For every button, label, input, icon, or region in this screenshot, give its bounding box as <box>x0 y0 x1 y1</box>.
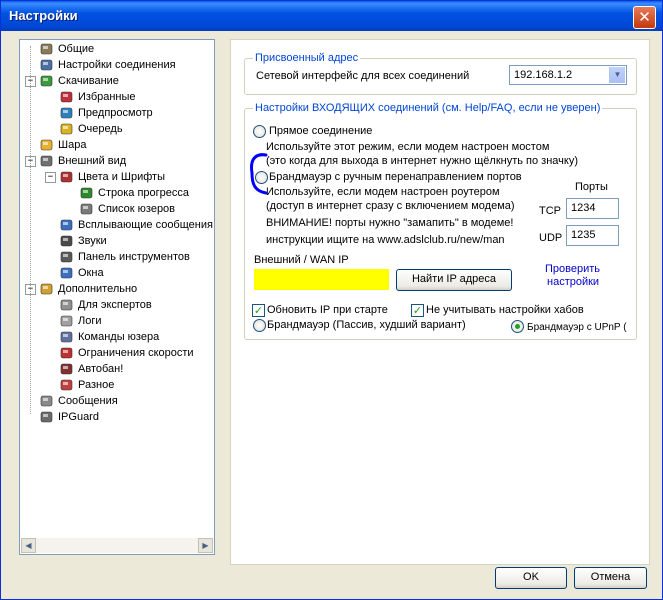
window-title: Настройки <box>9 8 78 23</box>
logs-icon <box>60 314 74 328</box>
ports-warning2: инструкции ищите на www.adslclub.ru/new/… <box>266 234 505 246</box>
tree-item-label: Разное <box>78 379 115 391</box>
ignore-hubs-label: Не учитывать настройки хабов <box>426 304 584 316</box>
check-settings-link-line2[interactable]: настройки <box>547 276 599 289</box>
chevron-down-icon[interactable]: ▼ <box>609 67 625 83</box>
tree-horizontal-scrollbar[interactable]: ◀ ▶ <box>21 538 213 553</box>
tree-item-label: Автобан! <box>78 363 124 375</box>
tree-connector-line <box>30 46 31 414</box>
tree-item-label: Общие <box>58 43 95 55</box>
misc-icon <box>60 378 74 392</box>
passive-radio[interactable] <box>253 319 266 332</box>
collapse-toggle[interactable]: − <box>45 172 56 183</box>
cancel-button[interactable]: Отмена <box>574 567 647 589</box>
ok-button[interactable]: OK <box>495 567 567 589</box>
tree-item-label: Скачивание <box>58 75 119 87</box>
tree-item-label: IPGuard <box>58 411 99 423</box>
update-ip-checkbox[interactable]: ✓ <box>252 304 265 317</box>
ports-warning1: ВНИМАНИЕ! порты нужно "замапить" в модем… <box>266 217 514 229</box>
toolbar-icon <box>60 250 74 264</box>
direct-connection-desc2: (это когда для выхода в интернет нужно щ… <box>266 155 578 167</box>
passive-label: Брандмауэр (Пассив, худший вариант) <box>267 319 466 331</box>
update-ip-label: Обновить IP при старте <box>267 304 388 316</box>
tree-item-label: Для экспертов <box>78 299 152 311</box>
close-button[interactable]: ✕ <box>633 6 656 29</box>
experts-icon <box>60 298 74 312</box>
scroll-right-button[interactable]: ▶ <box>198 538 213 553</box>
share-icon <box>40 138 54 152</box>
popup-icon <box>60 218 74 232</box>
interface-select-value: 192.168.1.2 <box>514 69 573 81</box>
colors-icon <box>60 170 74 184</box>
hand-drawn-bracket-icon <box>250 153 268 195</box>
title-bar[interactable]: Настройки ✕ <box>1 1 662 31</box>
commands-icon <box>60 330 74 344</box>
progress-icon <box>80 186 94 200</box>
favorites-icon <box>60 90 74 104</box>
interface-select[interactable]: 192.168.1.2 ▼ <box>509 65 627 85</box>
tree-item-label: Список юзеров <box>98 203 176 215</box>
connection-icon <box>40 58 54 72</box>
tree-item-label: Ограничения скорости <box>78 347 194 359</box>
tree-item-label: Шара <box>58 139 87 151</box>
tree-item-label: Строка прогресса <box>98 187 190 199</box>
udp-label: UDP <box>539 232 563 244</box>
assigned-address-group: Присвоенный адрес Сетевой интерфейс для … <box>244 52 637 95</box>
wan-ip-label: Внешний / WAN IP <box>254 254 349 266</box>
scroll-left-button[interactable]: ◀ <box>21 538 36 553</box>
messages-icon <box>40 394 54 408</box>
find-ip-button[interactable]: Найти IP адреса <box>396 269 512 291</box>
advanced-icon <box>40 282 54 296</box>
manual-firewall-desc2: (доступ в интернет сразу с включением мо… <box>266 200 515 212</box>
ignore-hubs-checkbox[interactable]: ✓ <box>411 304 424 317</box>
manual-firewall-desc1: Используйте, если модем настроен роутеро… <box>266 186 500 198</box>
tree-item-label: Настройки соединения <box>58 59 176 71</box>
manual-firewall-label: Брандмауэр с ручным перенаправлением пор… <box>269 171 522 183</box>
interface-label: Сетевой интерфейс для всех соединений <box>256 70 470 82</box>
tree-item-label: Внешний вид <box>58 155 127 167</box>
tree-item-label: Очередь <box>78 123 123 135</box>
ports-label: Порты <box>575 181 608 193</box>
tcp-port-input[interactable]: 1234 <box>566 198 619 219</box>
queue-icon <box>60 122 74 136</box>
tcp-label: TCP <box>539 205 561 217</box>
download-icon <box>40 74 54 88</box>
tree-item-label: Сообщения <box>58 395 118 407</box>
settings-tree: ◀ ▶ Общие Настройки соединения Скачивание −… <box>19 39 215 555</box>
assigned-address-legend: Присвоенный адрес <box>253 52 361 64</box>
wan-ip-input[interactable] <box>254 269 389 290</box>
direct-connection-label: Прямое соединение <box>269 125 373 137</box>
windows-icon <box>60 266 74 280</box>
preview-icon <box>60 106 74 120</box>
appearance-icon <box>40 154 54 168</box>
tree-item-label: Цвета и Шрифты <box>78 171 165 183</box>
tree-item-label: Панель инструментов <box>78 251 190 263</box>
incoming-legend: Настройки ВХОДЯЩИХ соединений (см. Help/… <box>253 102 603 114</box>
tree-item-label: Окна <box>78 267 104 279</box>
userlist-icon <box>80 202 94 216</box>
upnp-radio[interactable] <box>511 320 524 333</box>
upnp-label: Брандмауэр с UPnP ( <box>527 322 627 333</box>
tree-item-label: Команды юзера <box>78 331 160 343</box>
direct-connection-radio[interactable] <box>253 125 266 138</box>
tree-item-label: Дополнительно <box>58 283 138 295</box>
tree-item-label: Всплывающие сообщения <box>78 219 213 231</box>
general-icon <box>40 42 54 56</box>
direct-connection-desc1: Используйте этот режим, если модем настр… <box>266 141 550 153</box>
tree-item-label: Избранные <box>78 91 136 103</box>
autoban-icon <box>60 362 74 376</box>
tree-item-label: Логи <box>78 315 102 327</box>
sound-icon <box>60 234 74 248</box>
udp-port-input[interactable]: 1235 <box>566 225 619 246</box>
tree-item-label: Предпросмотр <box>78 107 153 119</box>
ipguard-icon <box>40 410 54 424</box>
speed-limit-icon <box>60 346 74 360</box>
settings-window: Настройки ✕ ◀ ▶ Общие Настройки соединени… <box>0 0 663 600</box>
tree-item-label: Звуки <box>78 235 107 247</box>
check-settings-link-line1[interactable]: Проверить <box>545 263 600 276</box>
